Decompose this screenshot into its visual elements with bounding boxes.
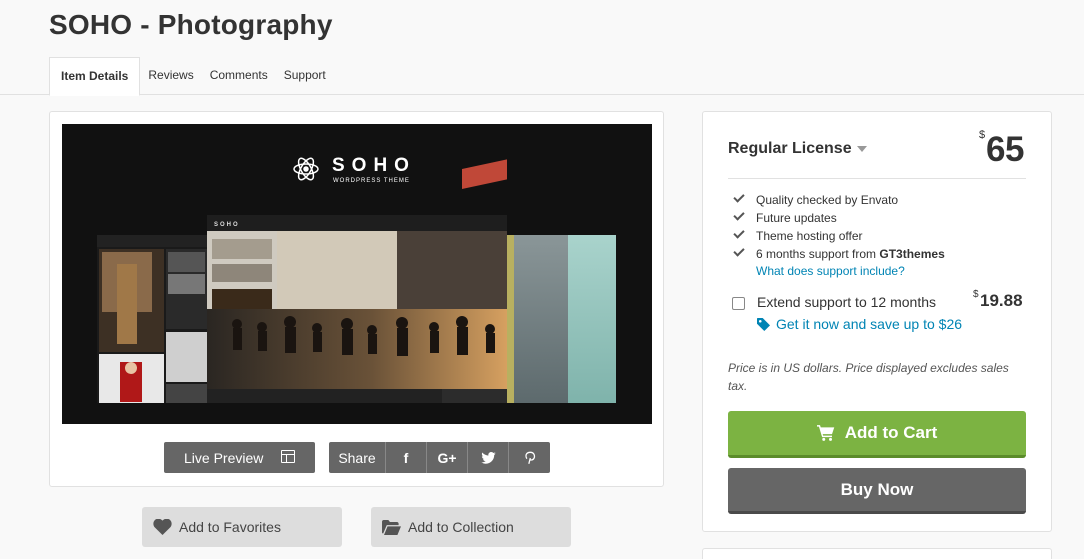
author-name: GT3themes: [879, 247, 945, 261]
add-to-collection-label: Add to Collection: [408, 519, 514, 535]
list-item: Future updates: [733, 209, 945, 228]
logo-text: SOHO: [332, 155, 416, 176]
price-note: Price is in US dollars. Price displayed …: [728, 361, 1009, 393]
twitter-icon[interactable]: [468, 442, 509, 473]
extend-currency: $: [973, 289, 979, 300]
feature-text: Quality checked by Envato: [756, 193, 899, 207]
tab-comments[interactable]: Comments: [202, 57, 276, 95]
check-icon: [733, 191, 745, 203]
extend-save-link[interactable]: Get it now and save up to $26: [757, 316, 962, 332]
buy-now-button[interactable]: Buy Now: [728, 468, 1026, 514]
google-plus-icon[interactable]: G+: [427, 442, 468, 473]
check-icon: [733, 245, 745, 257]
add-to-favorites-label: Add to Favorites: [179, 519, 281, 535]
theme-preview-svg: SOHO WORDPRESS THEME SOHO: [97, 155, 616, 403]
add-to-favorites-button[interactable]: Add to Favorites: [142, 507, 342, 547]
check-icon: [733, 209, 745, 221]
extend-support-price: 19.88: [980, 291, 1023, 310]
secondary-card: [702, 548, 1052, 559]
list-item: Quality checked by Envato: [733, 191, 945, 210]
list-item: 6 months support from GT3themes: [733, 245, 945, 264]
folder-open-icon: [382, 519, 401, 535]
pinterest-icon[interactable]: [509, 442, 550, 473]
logo-subtitle: WORDPRESS THEME: [333, 178, 410, 184]
cart-icon: [816, 425, 834, 441]
feature-text: Future updates: [756, 211, 837, 225]
list-item: Theme hosting offer: [733, 227, 945, 246]
layout-icon: [281, 450, 295, 463]
share-button[interactable]: Share: [329, 442, 386, 473]
check-icon: [733, 227, 745, 239]
support-info-link[interactable]: What does support include?: [756, 264, 905, 278]
live-preview-label: Live Preview: [184, 449, 264, 466]
extend-support-label: Extend support to 12 months: [757, 294, 936, 310]
add-to-cart-button[interactable]: Add to Cart: [728, 411, 1026, 458]
license-features: Quality checked by Envato Future updates…: [733, 191, 945, 264]
heart-icon: [153, 519, 172, 535]
extend-save-label: Get it now and save up to $26: [776, 316, 963, 332]
facebook-icon[interactable]: f: [386, 442, 427, 473]
caret-down-icon: [856, 145, 867, 152]
license-selector[interactable]: Regular License: [728, 140, 867, 158]
tab-item-details[interactable]: Item Details: [49, 57, 141, 96]
preview-card: SOHO WORDPRESS THEME SOHO Live Preview S…: [49, 111, 664, 487]
price-currency: $: [979, 129, 986, 141]
page-header: SOHO - Photography Item Details Reviews …: [0, 0, 1084, 96]
page-title: SOHO - Photography: [49, 9, 333, 40]
share-bar: Share f G+: [329, 442, 550, 473]
tab-support[interactable]: Support: [276, 57, 334, 95]
soho-logo-icon: [293, 157, 319, 181]
tag-icon: [757, 317, 770, 331]
license-card: Regular License $ 65 Quality checked by …: [702, 111, 1052, 532]
feature-text: Theme hosting offer: [756, 229, 863, 243]
tab-reviews[interactable]: Reviews: [140, 57, 201, 95]
theme-preview-image[interactable]: SOHO WORDPRESS THEME SOHO: [62, 124, 652, 424]
add-to-collection-button[interactable]: Add to Collection: [371, 507, 571, 547]
license-name: Regular License: [728, 140, 852, 157]
divider: [728, 178, 1026, 179]
mini-logo-text: SOHO: [214, 222, 240, 228]
add-to-cart-label: Add to Cart: [844, 423, 938, 442]
item-tabs: Item Details Reviews Comments Support: [49, 57, 334, 96]
extend-support-checkbox[interactable]: [732, 297, 745, 310]
support-text: 6 months support from: [756, 247, 880, 261]
license-price: 65: [986, 130, 1024, 169]
live-preview-button[interactable]: Live Preview: [164, 442, 315, 473]
